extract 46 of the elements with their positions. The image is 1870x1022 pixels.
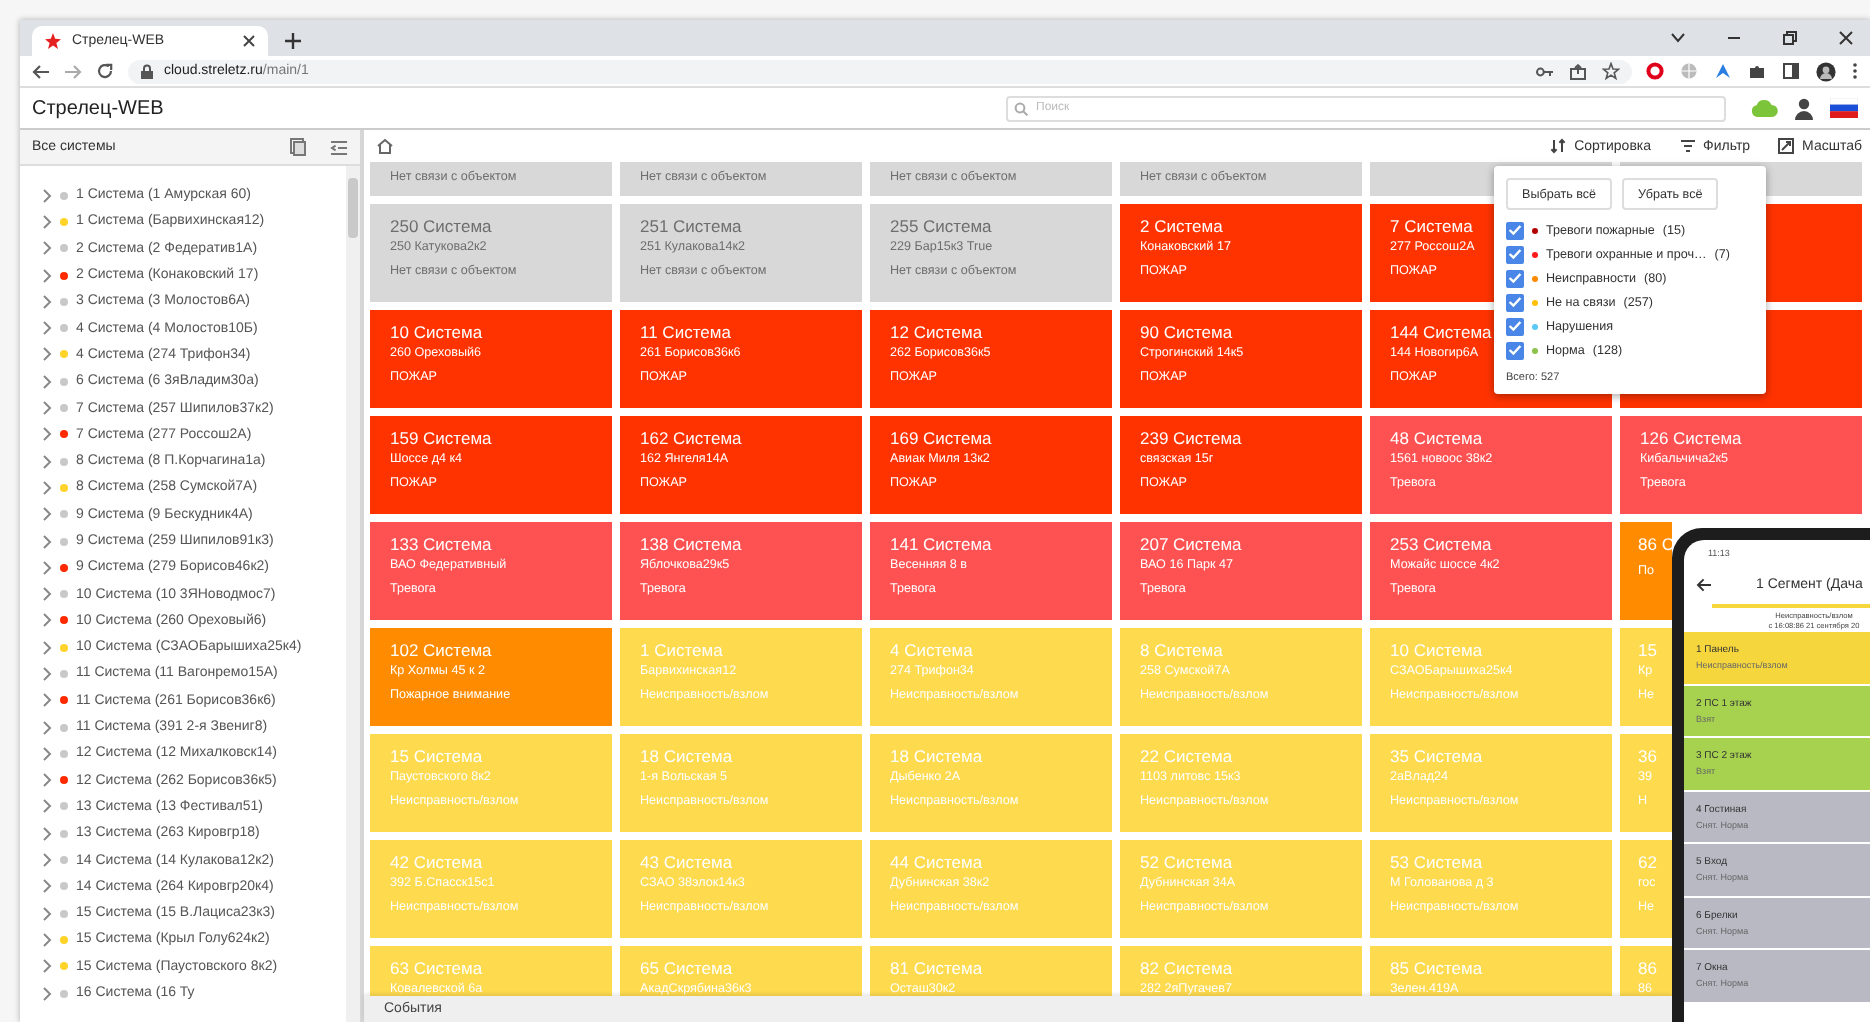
tile-title: 82 Система [1140, 958, 1233, 980]
tile-title: 63 Система [390, 958, 483, 980]
tile-title: 10 Система [1390, 640, 1483, 662]
tile-title: 62 [1638, 852, 1657, 874]
tile-title: 102 Система [390, 640, 492, 662]
tile-title: 10 Система [390, 322, 483, 344]
tile-title: 18 Система [890, 746, 983, 768]
tile-title: 15 Система [390, 746, 483, 768]
tile-title: 43 Система [640, 852, 733, 874]
tile-title: 81 Система [890, 958, 983, 980]
tile-title: 11 Система [640, 322, 731, 344]
tile-title: 1 Система [640, 640, 723, 662]
tile-title: 52 Система [1140, 852, 1233, 874]
tile-title: 169 Система [890, 428, 992, 450]
tile-title: 126 Система [1640, 428, 1742, 450]
tile-title: 253 Система [1390, 534, 1492, 556]
tile-title: 207 Система [1140, 534, 1242, 556]
tile-title: 85 Система [1390, 958, 1483, 980]
tile-title: 138 Система [640, 534, 742, 556]
tile-title: 8 Система [1140, 640, 1223, 662]
tile-title: 144 Система [1390, 322, 1492, 344]
tile-title: 250 Система [390, 216, 492, 238]
tile-title: 7 Система [1390, 216, 1473, 238]
tile-title: 162 Система [640, 428, 742, 450]
tile-title: 42 Система [390, 852, 483, 874]
tile-title: 22 Система [1140, 746, 1233, 768]
tile-title: 2 Система [1140, 216, 1223, 238]
tile-title: 53 Система [1390, 852, 1483, 874]
tile-title: 159 Система [390, 428, 492, 450]
tile-title: 18 Система [640, 746, 733, 768]
tile-title: 36 [1638, 746, 1657, 768]
tile-title: 133 Система [390, 534, 492, 556]
tile-title: 15 [1638, 640, 1657, 662]
tile-title: 48 Система [1390, 428, 1483, 450]
tile-title: 90 Система [1140, 322, 1233, 344]
tile-title: 44 Система [890, 852, 983, 874]
tile-title: 239 Система [1140, 428, 1242, 450]
tile-title: 4 Система [890, 640, 973, 662]
tile-title: 65 Система [640, 958, 733, 980]
tile-title: 255 Система [890, 216, 992, 238]
tile-title: 251 Система [640, 216, 742, 238]
tile-title: 35 Система [1390, 746, 1483, 768]
app-title: Стрелец-WEB [32, 97, 166, 119]
tile-title: 86 [1638, 958, 1657, 980]
tile-title: 141 Система [890, 534, 992, 556]
tile-title: 12 Система [890, 322, 983, 344]
